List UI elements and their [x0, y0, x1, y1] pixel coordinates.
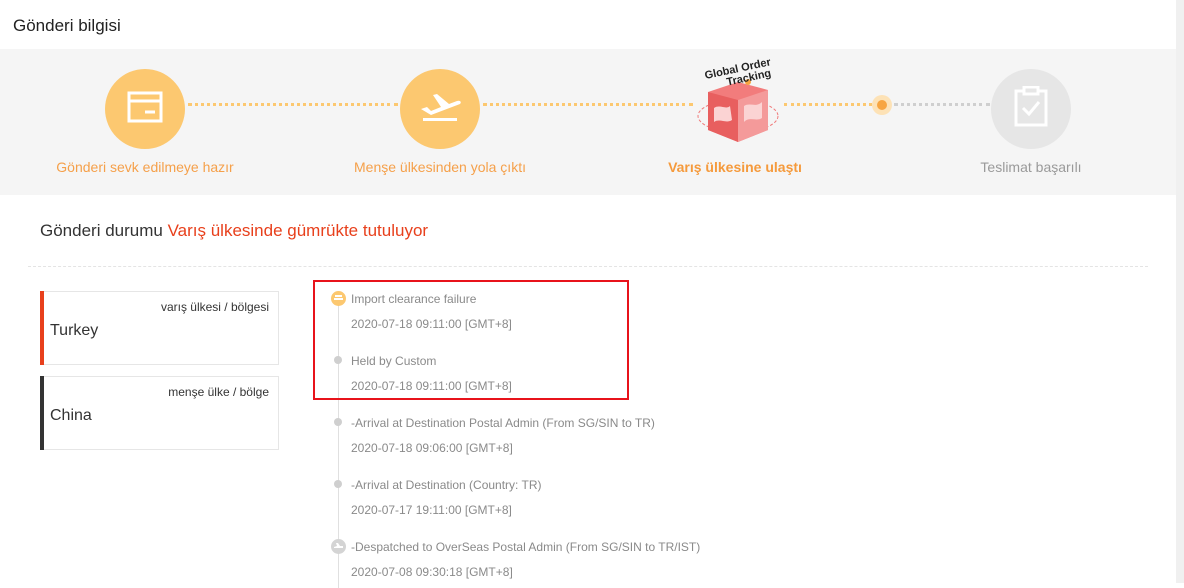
step-connector-2 — [483, 103, 693, 106]
divider — [28, 266, 1148, 267]
timeline-time: 2020-07-08 09:30:18 [GMT+8] — [351, 565, 513, 579]
clipboard-check-icon — [1013, 85, 1049, 133]
package-icon — [125, 87, 165, 132]
destination-caption: varış ülkesi / bölgesi — [160, 300, 269, 314]
annotation-highlight-box — [313, 280, 629, 400]
timeline-time: 2020-07-17 19:11:00 [GMT+8] — [351, 503, 512, 517]
timeline-time: 2020-07-18 09:06:00 [GMT+8] — [351, 441, 513, 455]
shipment-status: Gönderi durumu Varış ülkesinde gümrükte … — [40, 221, 428, 241]
step-connector-1 — [188, 103, 398, 106]
timeline-dot — [334, 480, 342, 488]
origin-country: China — [50, 407, 92, 424]
timeline-title: -Arrival at Destination (Country: TR) — [351, 478, 542, 492]
page-title: Gönderi bilgisi — [13, 16, 121, 35]
step-connector-3 — [784, 103, 872, 106]
step-arrived-label: Varış ülkesine ulaştı — [668, 159, 802, 175]
step-connector-4 — [894, 103, 990, 106]
status-prefix: Gönderi durumu — [40, 221, 163, 240]
destination-bar — [40, 291, 44, 365]
scrollbar-track[interactable] — [1176, 0, 1184, 583]
step-ready-label: Gönderi sevk edilmeye hazır — [56, 159, 234, 175]
origin-caption: menşe ülke / bölge — [168, 385, 269, 399]
destination-country-card: varış ülkesi / bölgesi Turkey — [40, 291, 279, 365]
step-departed-label: Menşe ülkesinden yola çıktı — [354, 159, 526, 175]
plane-icon — [331, 539, 346, 554]
destination-country: Turkey — [50, 322, 99, 339]
origin-bar — [40, 376, 44, 450]
status-value: Varış ülkesinde gümrükte tutuluyor — [167, 221, 429, 240]
plane-departure-icon — [417, 87, 463, 132]
current-progress-dot — [872, 95, 892, 115]
timeline-dot — [334, 418, 342, 426]
step-delivered-circle — [991, 69, 1071, 149]
origin-country-card: menşe ülke / bölge China — [40, 376, 279, 450]
timeline-title: -Arrival at Destination Postal Admin (Fr… — [351, 416, 655, 430]
timeline-title: -Despatched to OverSeas Postal Admin (Fr… — [351, 540, 701, 554]
step-ready-circle — [105, 69, 185, 149]
step-departed-circle — [400, 69, 480, 149]
step-delivered-label: Teslimat başarılı — [980, 159, 1082, 175]
